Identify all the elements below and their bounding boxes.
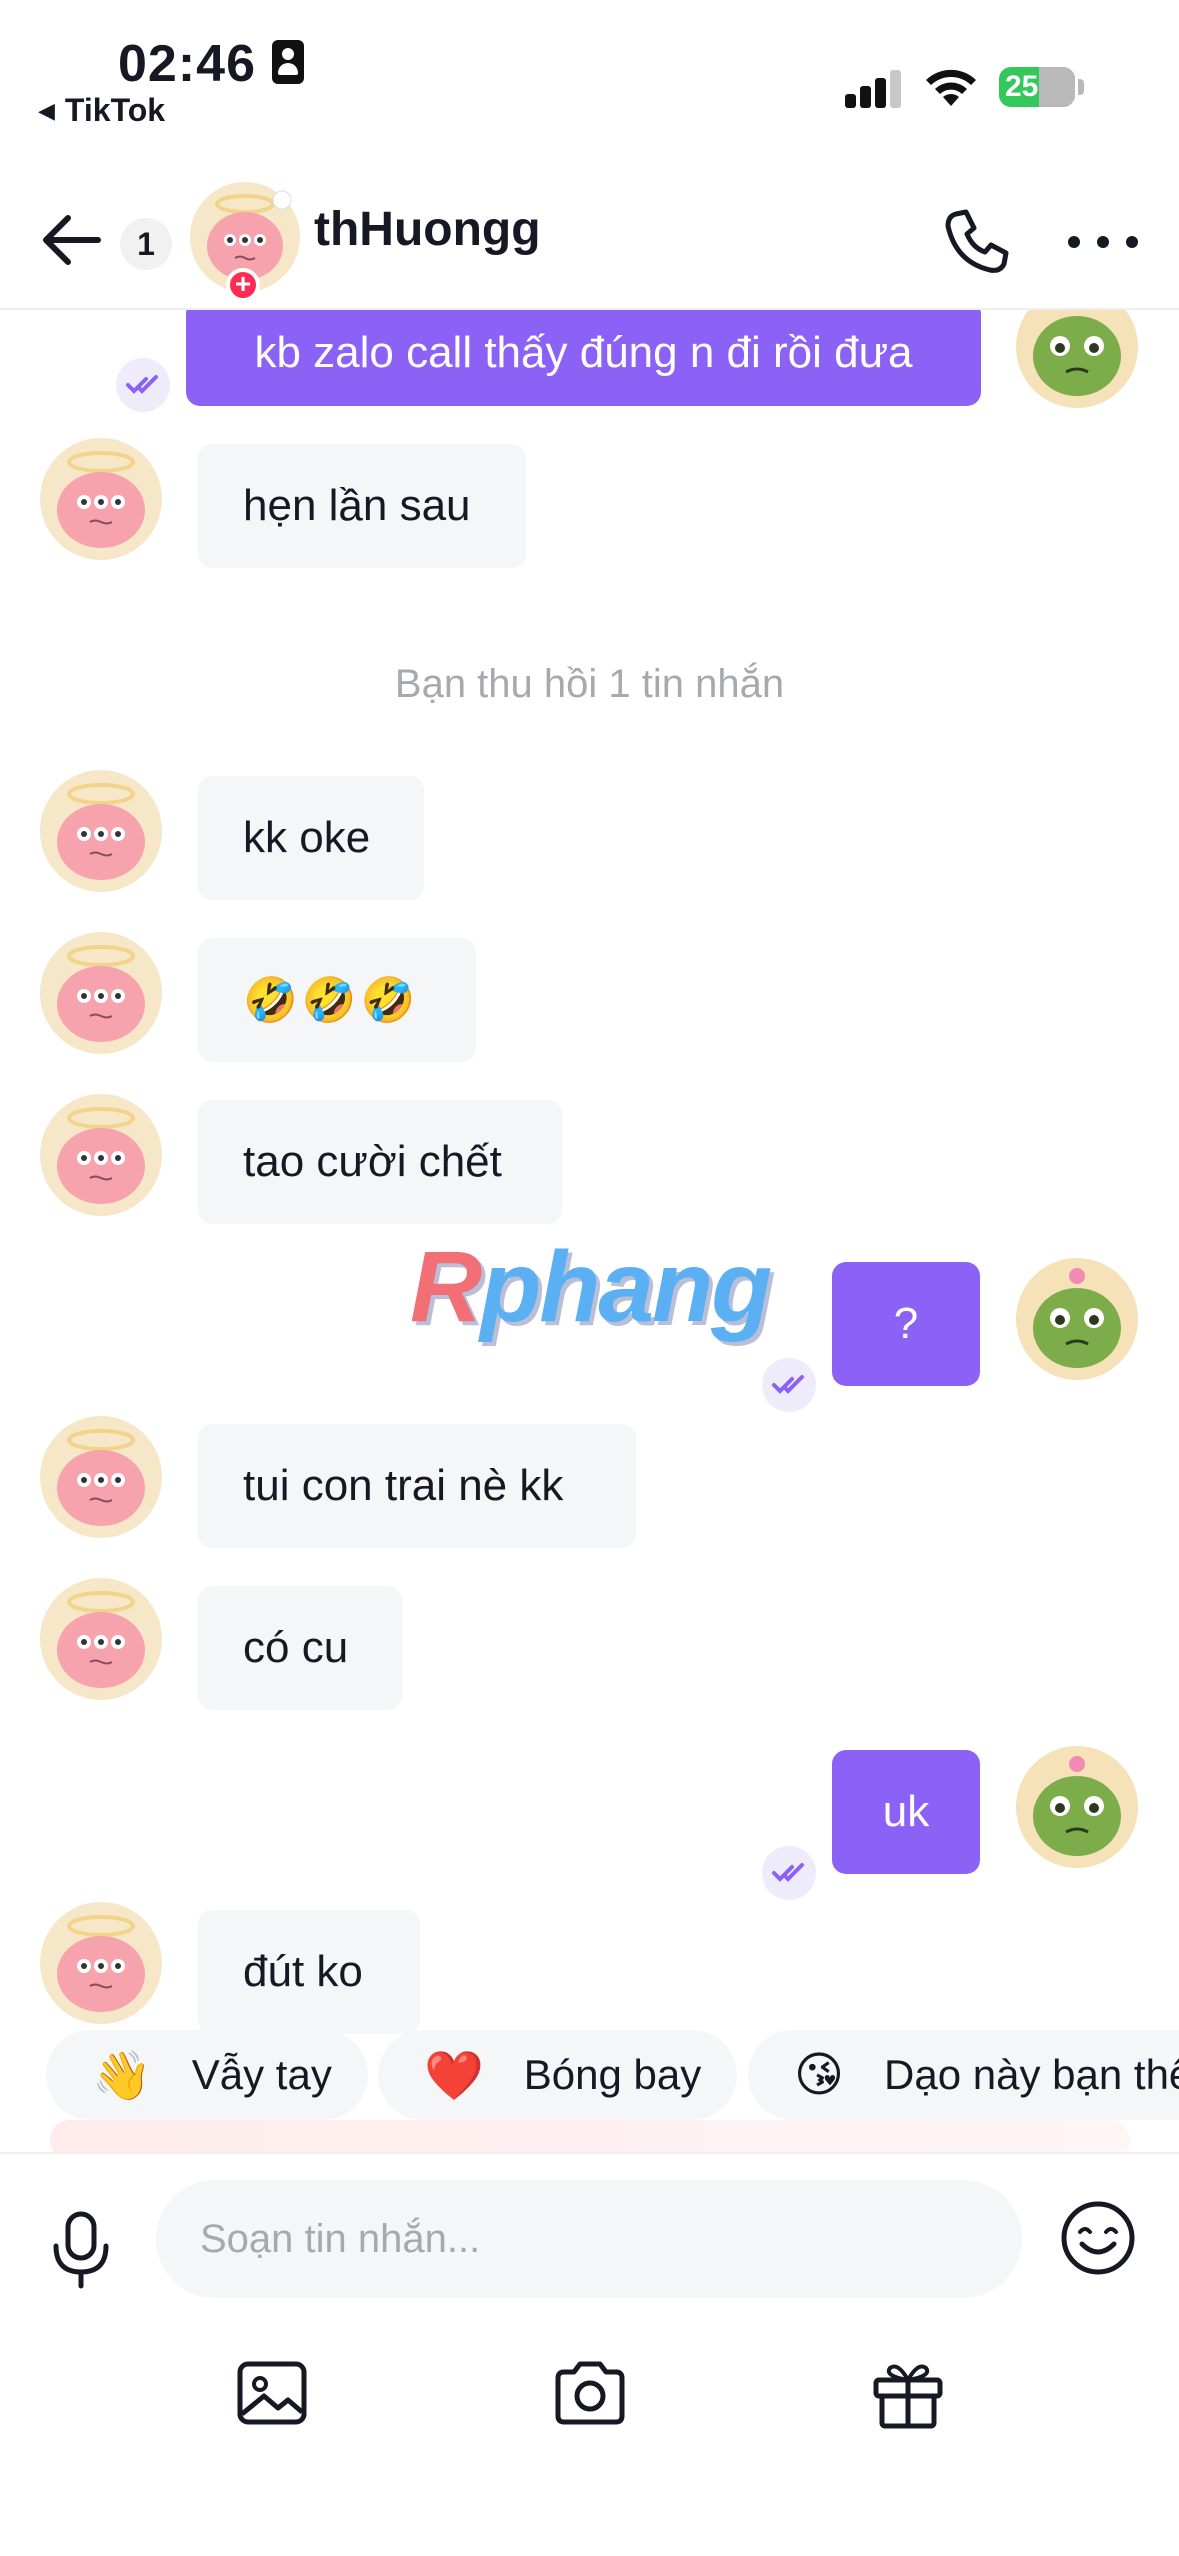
outgoing-message-bubble[interactable]: uk [832,1750,980,1874]
phone-call-button[interactable] [942,206,1012,276]
follow-plus-badge[interactable]: + [226,268,260,302]
emoji-button[interactable] [1060,2200,1136,2276]
message-emoji: 🤣🤣🤣 [243,975,420,1026]
back-triangle-icon: ◀ [38,98,55,123]
contact-avatar[interactable] [40,438,162,560]
my-avatar[interactable] [1016,310,1138,408]
back-button[interactable] [40,212,104,268]
contact-avatar[interactable] [40,1094,162,1216]
message-text: có cu [243,1623,349,1672]
message-text: hẹn lần sau [243,481,471,530]
message-text: kb zalo call thấy đúng n đi rồi đưa [254,328,913,377]
dot [1068,236,1080,248]
watermark-logo: Rphang [410,1231,772,1343]
incoming-message-bubble[interactable]: tui con trai nè kk [198,1424,636,1548]
outgoing-message-bubble[interactable]: ? [832,1262,980,1386]
message-text: uk [882,1787,930,1836]
back-to-app-link[interactable]: ◀ TikTok [38,92,165,129]
incoming-message-bubble[interactable]: tao cười chết [198,1100,562,1224]
contact-avatar[interactable] [40,1578,162,1700]
battery-cap [1078,79,1084,95]
status-bar: 02:46 ◀ TikTok 25 [0,0,1179,150]
contact-name[interactable]: thHuongg [314,202,541,257]
unread-count-badge: 1 [120,218,172,270]
incoming-message-bubble[interactable]: 🤣🤣🤣 [198,938,476,1062]
quick-reply-label: Dạo này bạn thế nào? [884,2051,1179,2098]
seen-indicator [762,1846,816,1900]
message-text: kk oke [243,813,371,862]
camera-button[interactable] [550,2354,630,2434]
message-text: đút ko [243,1947,363,1996]
quick-reply-wave[interactable]: 👋 Vẫy tay [46,2030,368,2120]
my-avatar[interactable] [1016,1258,1138,1380]
contact-avatar[interactable] [40,932,162,1054]
contact-avatar[interactable] [40,1416,162,1538]
wink-kiss-icon: 😘 [794,2047,845,2103]
quick-reply-bar[interactable]: 👋 Vẫy tay ❤️ Bóng bay 😘 Dạo này bạn thế … [0,2026,1179,2126]
message-text: ? [893,1299,919,1348]
microphone-button[interactable] [48,2210,114,2290]
heart-icon: ❤️ [424,2047,484,2104]
message-text: tao cười chết [243,1137,502,1186]
message-composer [0,2152,1179,2556]
outgoing-message-bubble[interactable]: kb zalo call thấy đúng n đi rồi đưa [186,310,981,406]
message-input[interactable] [156,2180,1022,2298]
contact-avatar[interactable] [40,770,162,892]
double-check-icon [126,375,158,394]
message-text: tui con trai nè kk [243,1461,564,1510]
battery-level: 25 [1005,70,1039,103]
dot [1097,236,1109,248]
more-options-button[interactable] [1068,212,1138,272]
system-message: Bạn thu hồi 1 tin nhắn [394,662,785,706]
portrait-lock-icon [272,40,304,84]
image-picker-button[interactable] [232,2354,312,2434]
battery-icon: 25 [999,67,1075,107]
double-check-icon [772,1375,804,1394]
seen-indicator [762,1358,816,1412]
incoming-message-bubble[interactable]: đút ko [198,1910,420,2034]
cellular-signal-icon [845,68,903,108]
quick-reply-greeting[interactable]: 😘 Dạo này bạn thế nào? [748,2030,1179,2120]
my-avatar[interactable] [1016,1746,1138,1868]
wave-icon: 👋 [92,2047,152,2104]
quick-reply-label: Vẫy tay [191,2051,332,2098]
quick-reply-balloon[interactable]: ❤️ Bóng bay [378,2030,738,2120]
quick-reply-label: Bóng bay [523,2051,702,2098]
wifi-icon [926,69,976,106]
incoming-message-bubble[interactable]: kk oke [198,776,424,900]
dot [1126,236,1138,248]
incoming-message-bubble[interactable]: có cu [198,1586,402,1710]
incoming-message-bubble[interactable]: hẹn lần sau [198,444,526,568]
double-check-icon [772,1863,804,1882]
seen-indicator [116,358,170,412]
gift-button[interactable] [868,2354,948,2434]
chat-header: 1 + thHuongg [0,150,1179,310]
back-app-label: TikTok [64,92,166,128]
contact-avatar[interactable] [40,1902,162,2024]
status-time: 02:46 [118,35,256,93]
